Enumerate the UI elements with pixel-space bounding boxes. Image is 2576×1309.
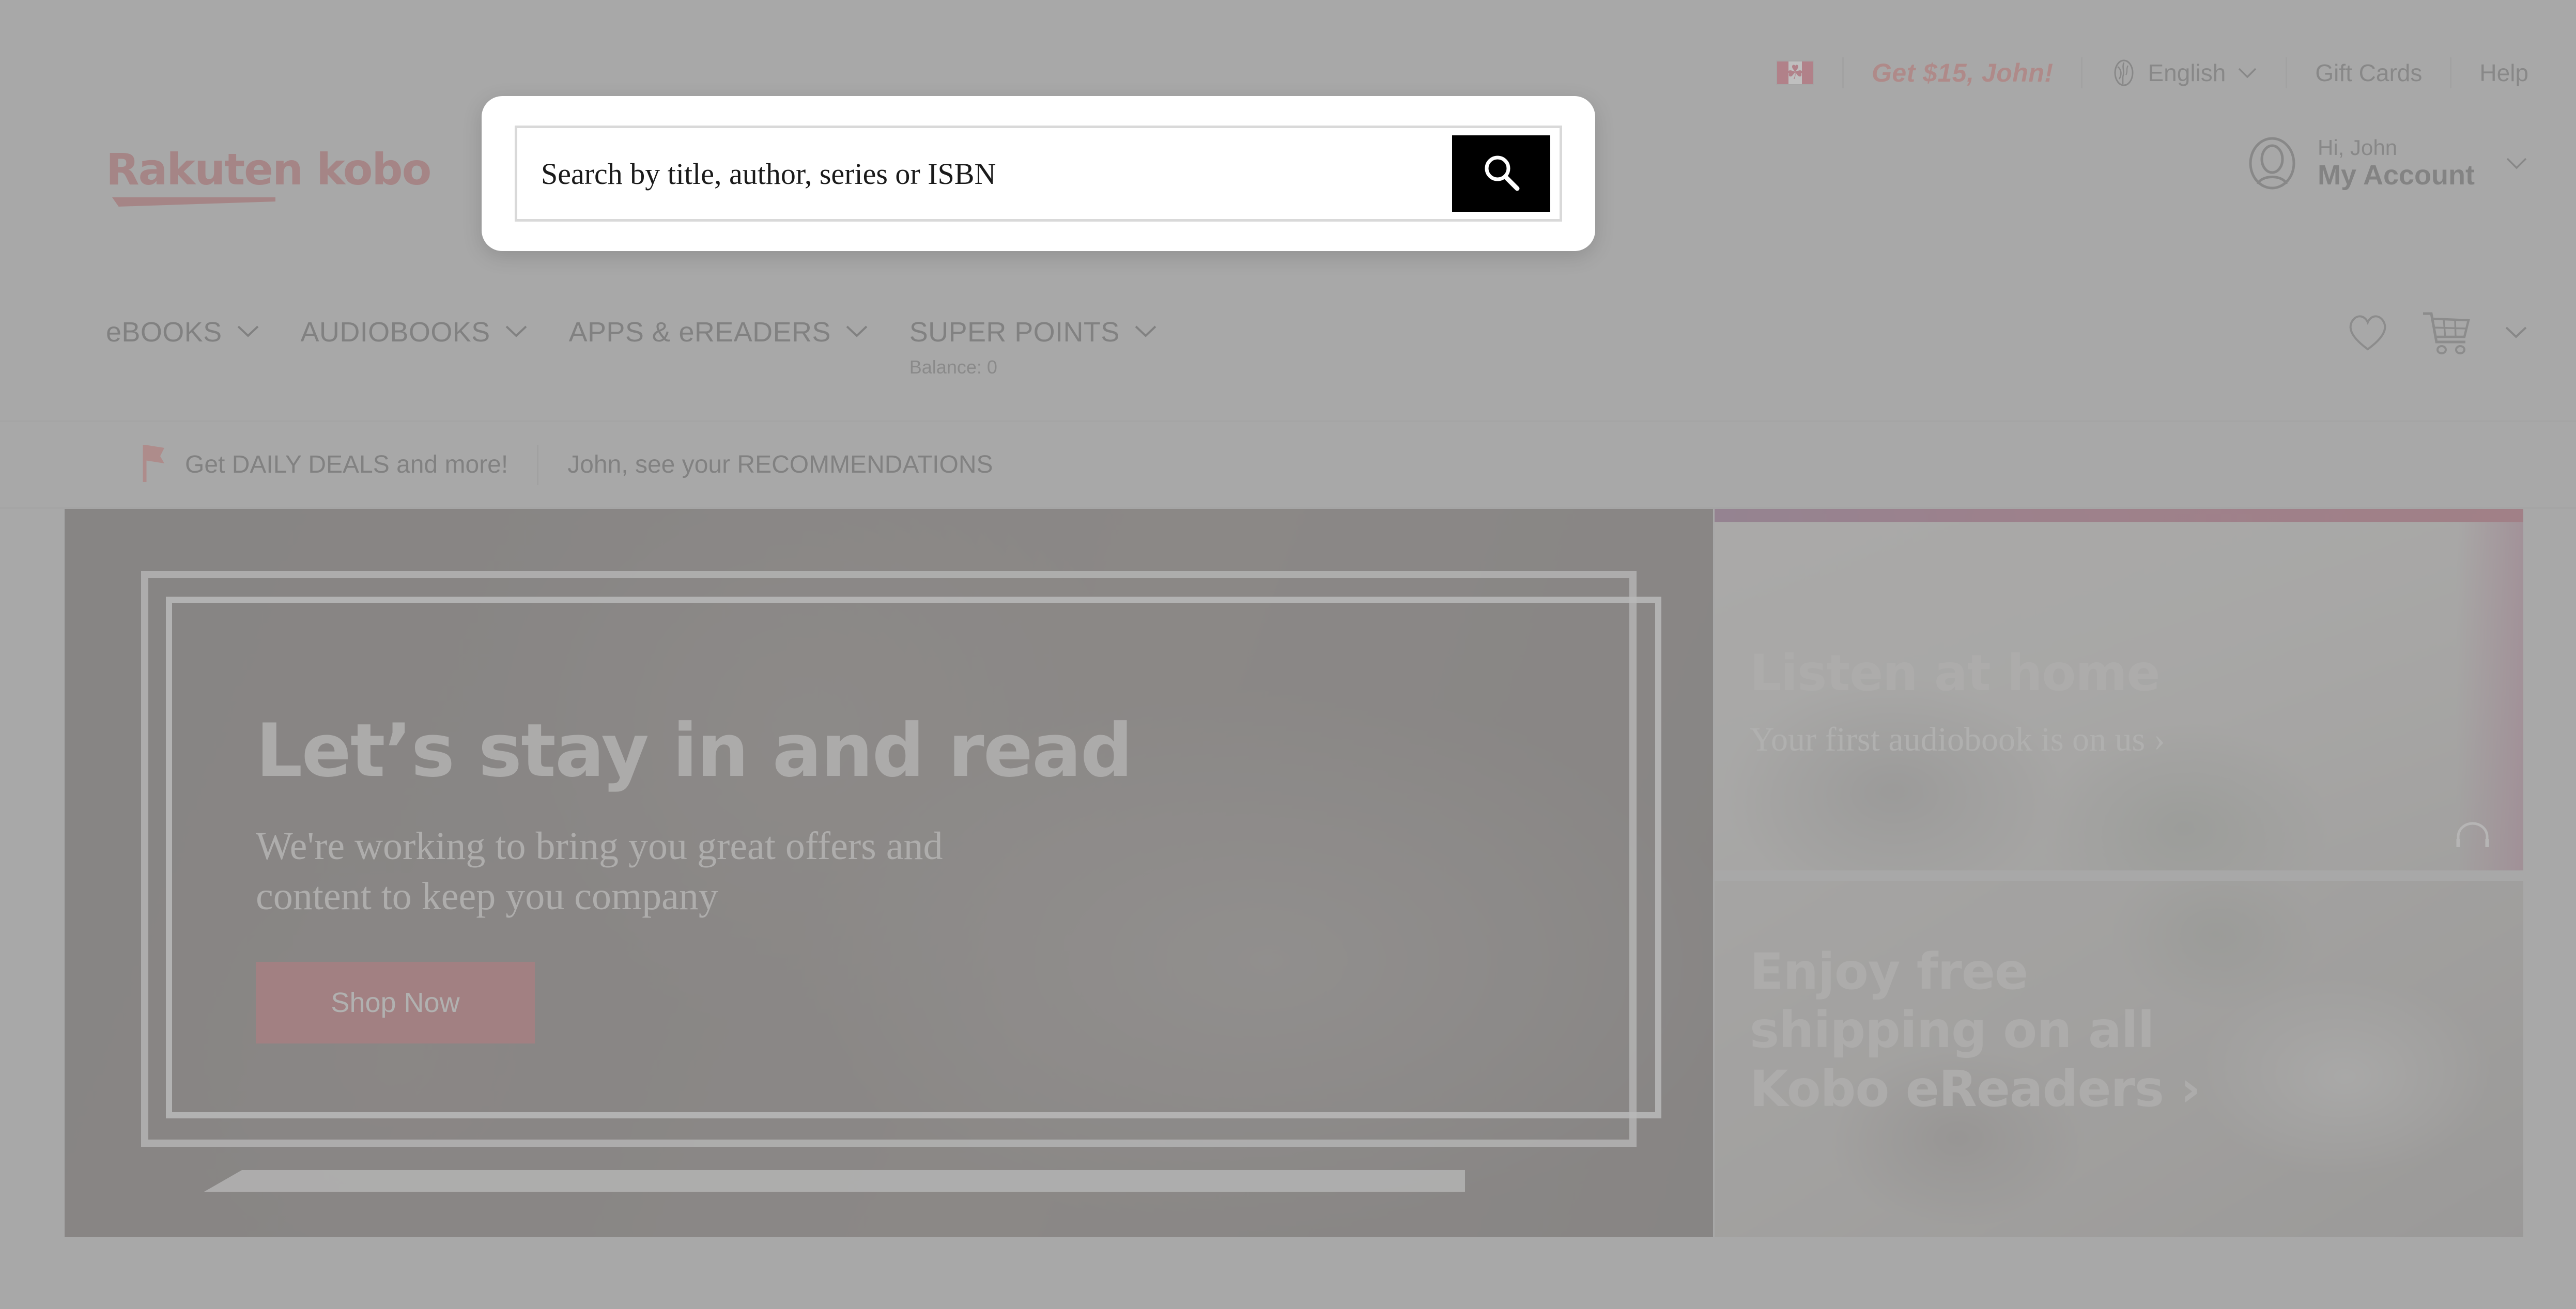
divider [2450,57,2452,88]
divider [2081,57,2083,88]
rakuten-kobo-logo[interactable]: Rakuten kobo [106,144,457,207]
canada-flag-icon: ☘ [1776,60,1814,85]
chevron-down-icon [236,323,260,341]
account-greeting: Hi, John [2317,135,2398,160]
red-flag-icon [140,443,167,487]
hero-banner[interactable]: Let’s stay in and read We're working to … [65,509,1713,1237]
search-submit-button[interactable] [1452,135,1550,212]
chevron-down-icon [844,323,869,341]
search-overlay-panel [482,96,1595,251]
language-label: English [2148,59,2226,86]
utility-bar: ☘ Get $15, John! English Gift Cards Help [1776,56,2528,90]
nav-actions [2346,310,2528,354]
super-points-balance: Balance: 0 [909,356,997,378]
logo-swoosh-underline [112,197,275,207]
divider [1842,57,1844,88]
search-input[interactable] [517,128,1452,219]
card-heading: Enjoy free shipping on all Kobo eReaders… [1750,943,2201,1118]
card-heading: Listen at home [1750,644,2161,702]
card-copy: Listen at home Your first audiobook is o… [1750,644,2165,759]
hero-title: Let’s stay in and read [256,708,1133,793]
account-menu[interactable]: Hi, John My Account [2245,135,2528,191]
nav-label: SUPER POINTS [909,317,1120,348]
search-field [515,126,1562,222]
help-link[interactable]: Help [2479,59,2528,87]
chevron-down-icon [2505,155,2528,171]
search-icon [1479,151,1523,197]
nav-label: eBOOKS [106,317,222,348]
nav-label: APPS & eREADERS [568,317,831,348]
card-copy: Enjoy free shipping on all Kobo eReaders… [1750,943,2266,1118]
divider [537,444,539,485]
nav-item-ebooks[interactable]: eBOOKS [106,316,260,348]
page-root: ☘ Get $15, John! English Gift Cards Help… [0,0,2576,1309]
promo-card-listen-at-home[interactable]: Listen at home Your first audiobook is o… [1715,509,2523,870]
chevron-down-icon [504,323,529,341]
gift-cards-link[interactable]: Gift Cards [2315,59,2422,87]
globe-icon [2110,59,2137,86]
card-subtext: Your first audiobook is on us › [1750,721,2165,759]
headphones-icon [2454,821,2491,853]
shopping-cart-icon[interactable] [2421,310,2473,354]
daily-deals-link[interactable]: Get DAILY DEALS and more! [185,450,508,479]
promo-strip: Get DAILY DEALS and more! John, see your… [0,422,2576,507]
hero-decorative-band [204,1170,1465,1192]
shop-now-button[interactable]: Shop Now [256,962,535,1044]
nav-item-audiobooks[interactable]: AUDIOBOOKS [301,316,529,348]
hero-subtitle: We're working to bring you great offers … [256,824,943,918]
account-labels: Hi, John My Account [2318,135,2475,191]
language-selector[interactable]: English [2110,59,2258,87]
logo-wordmark: Rakuten kobo [106,144,431,195]
promo-card-free-shipping[interactable]: Enjoy free shipping on all Kobo eReaders… [1715,881,2523,1237]
chevron-down-icon [1133,323,1158,341]
recommendations-link[interactable]: John, see your RECOMMENDATIONS [567,450,993,479]
user-avatar-icon [2245,136,2299,190]
card-gradient-bar [1715,509,2523,522]
account-label: My Account [2317,160,2475,191]
nav-item-apps-ereaders[interactable]: APPS & eREADERS [569,316,869,348]
maple-leaf-glyph: ☘ [1786,62,1804,84]
main-navigation: eBOOKS AUDIOBOOKS APPS & eREADERS SUPER … [106,316,1198,378]
divider [2286,57,2288,88]
chevron-down-icon[interactable] [2504,324,2528,340]
country-selector[interactable]: ☘ [1776,60,1814,85]
nav-label: AUDIOBOOKS [300,317,490,348]
get-credit-link[interactable]: Get $15, John! [1872,58,2054,88]
nav-item-super-points[interactable]: SUPER POINTS Balance: 0 [909,316,1158,378]
heart-icon[interactable] [2346,312,2390,352]
hero-copy: Let’s stay in and read We're working to … [256,708,1133,1044]
chevron-down-icon [2237,66,2258,80]
